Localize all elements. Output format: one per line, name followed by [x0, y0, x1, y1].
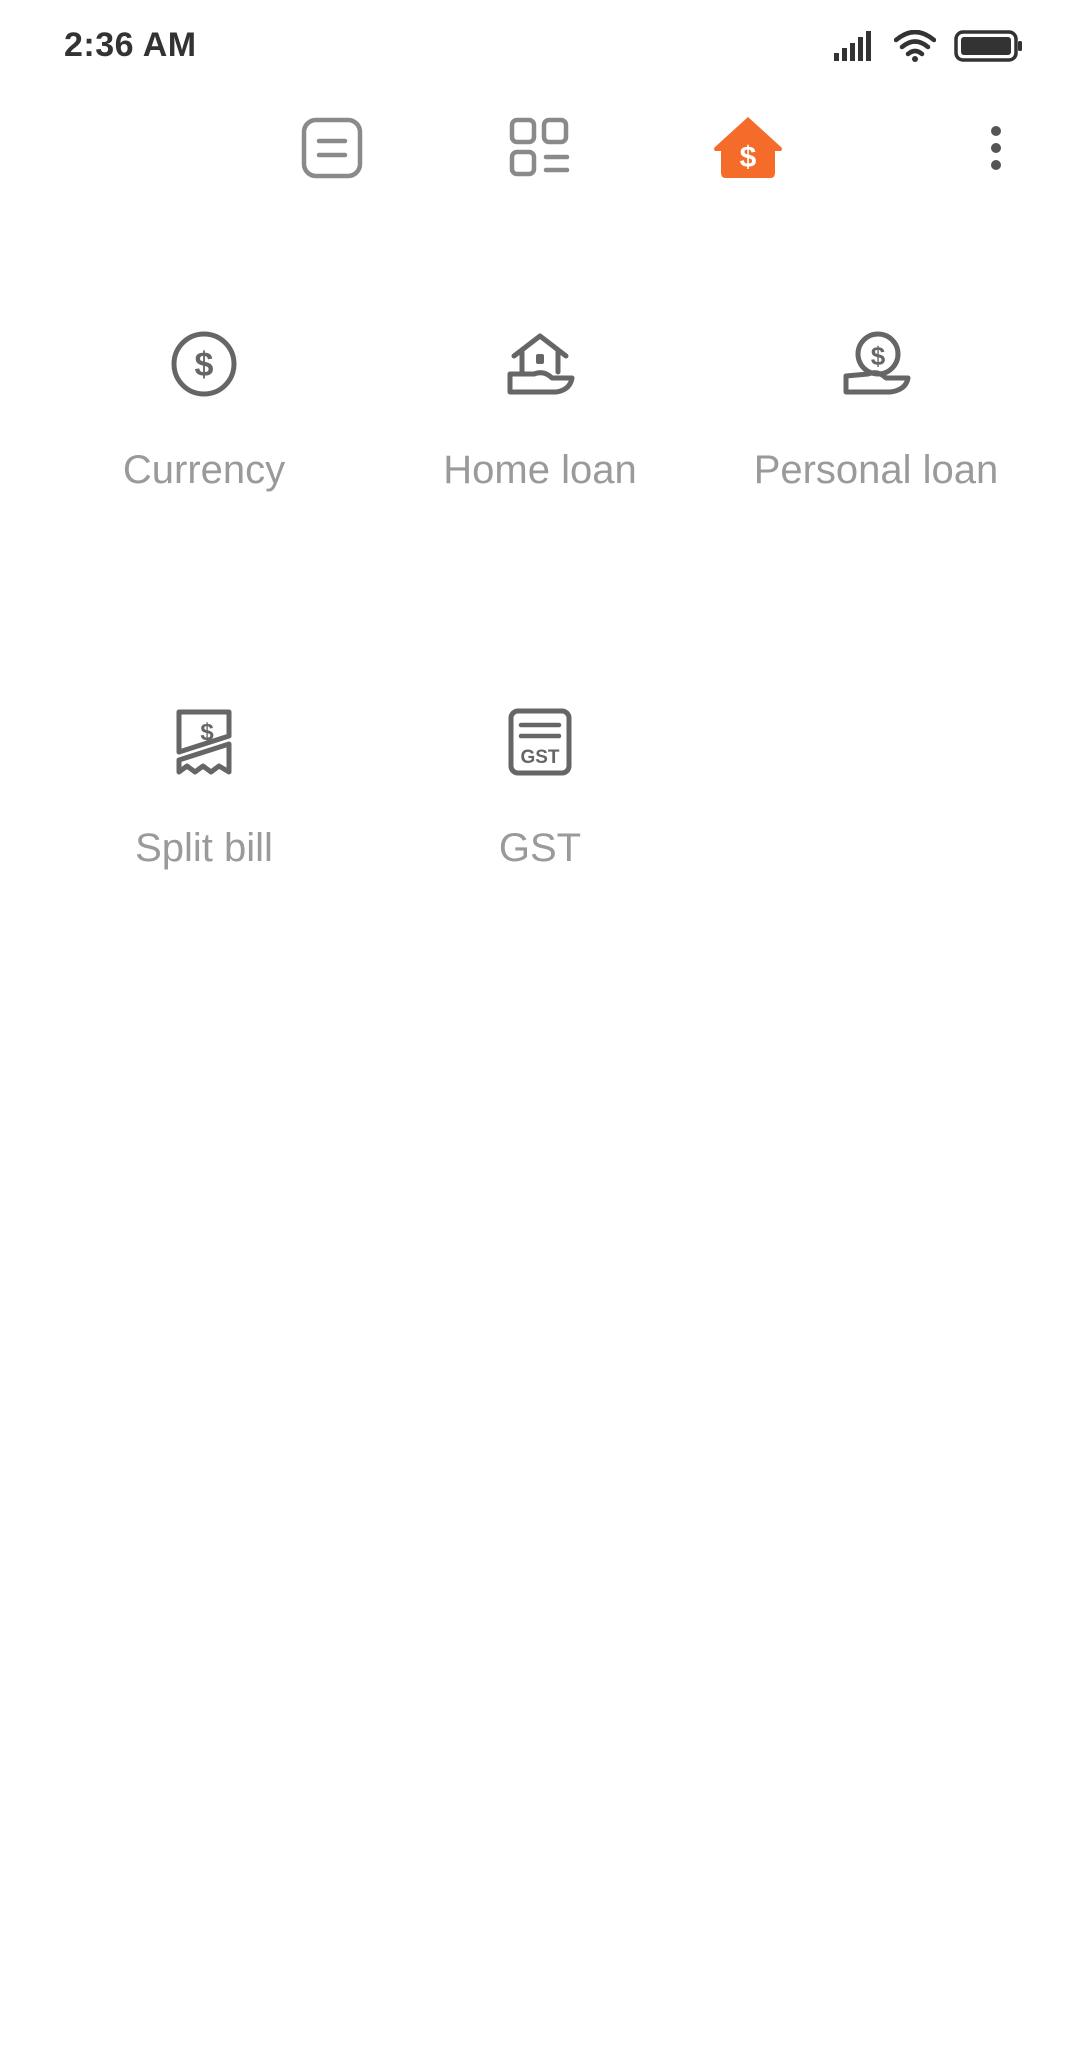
tool-label: Personal loan — [753, 448, 999, 492]
gst-icon: GST — [498, 700, 582, 784]
tab-grid[interactable] — [498, 108, 582, 192]
list-icon — [301, 117, 363, 184]
battery-icon — [954, 29, 1024, 67]
currency-icon: $ — [162, 322, 246, 406]
status-bar: 2:36 AM — [0, 0, 1080, 96]
tool-personal-loan[interactable]: $ Personal loan — [708, 322, 1044, 582]
personal-loan-icon: $ — [834, 322, 918, 406]
tool-label: GST — [498, 826, 582, 870]
split-bill-icon: $ — [162, 700, 246, 784]
status-icons — [834, 28, 1024, 68]
svg-text:$: $ — [871, 341, 886, 371]
wifi-icon — [893, 29, 937, 67]
more-vertical-icon — [988, 125, 1004, 176]
tool-label: Split bill — [135, 826, 273, 870]
tab-list[interactable] — [290, 108, 374, 192]
status-time: 2:36 AM — [64, 26, 197, 64]
grid-list-icon — [509, 117, 571, 184]
top-nav: $ — [0, 100, 1080, 200]
tool-split-bill[interactable]: $ Split bill — [36, 700, 372, 960]
home-loan-icon — [498, 322, 582, 406]
signal-icon — [834, 30, 876, 66]
tool-home-loan[interactable]: Home loan — [372, 322, 708, 582]
svg-text:$: $ — [195, 346, 214, 384]
more-options-button[interactable] — [954, 108, 1038, 192]
svg-text:$: $ — [740, 141, 757, 174]
tool-currency[interactable]: $ Currency — [36, 322, 372, 582]
svg-text:$: $ — [200, 719, 214, 746]
tool-label: Home loan — [443, 448, 637, 492]
svg-text:GST: GST — [520, 747, 559, 768]
tab-finance[interactable]: $ — [706, 108, 790, 192]
finance-home-icon: $ — [711, 115, 785, 186]
tool-gst[interactable]: GST GST — [372, 700, 708, 960]
tool-label: Currency — [122, 448, 286, 492]
